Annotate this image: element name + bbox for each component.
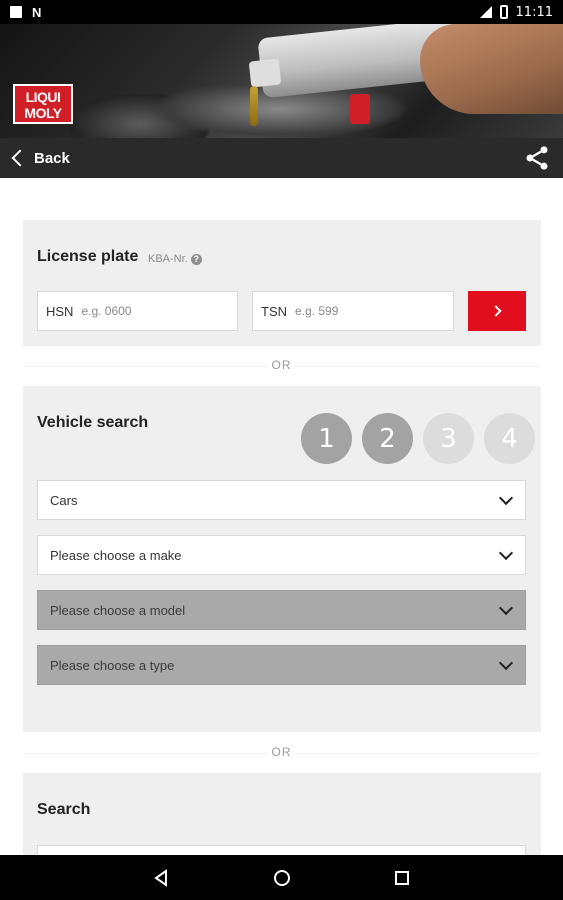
status-time: 11:11 [515,4,553,20]
type-value: Please choose a type [50,657,175,673]
notification-icon [10,6,22,18]
tsn-prefix: TSN [261,303,287,319]
vehicle-category-value: Cars [50,492,78,508]
square-recents-icon[interactable] [392,868,412,888]
type-select: Please choose a type [37,645,526,685]
hero-red-cap [350,94,370,124]
model-value: Please choose a model [50,602,186,618]
step-3: 3 [423,413,474,464]
hsn-field[interactable]: HSN [37,291,238,331]
back-button[interactable]: Back [8,150,70,167]
plate-search-button[interactable] [468,291,526,331]
hsn-input[interactable] [81,304,202,318]
make-select[interactable]: Please choose a make [37,535,526,575]
make-value: Please choose a make [50,547,182,563]
triangle-back-icon[interactable] [152,868,172,888]
hero-banner [0,24,563,138]
or-separator: OR [0,745,563,759]
share-icon[interactable] [523,144,551,172]
kba-label: KBA-Nr. ? [148,253,202,265]
model-select: Please choose a model [37,590,526,630]
back-label: Back [34,149,70,167]
status-bar: N 11:11 [0,0,563,24]
step-1: 1 [301,413,352,464]
circle-home-icon[interactable] [272,868,292,888]
help-icon[interactable]: ? [190,253,202,265]
vehicle-search-title: Vehicle search [37,414,149,431]
kba-text: KBA-Nr. [148,253,188,265]
license-plate-title: License plate [37,248,139,265]
signal-icon [479,6,492,18]
search-title: Search [37,801,91,818]
chevron-down-icon [498,655,514,671]
android-nav-bar [0,855,563,900]
chevron-down-icon [498,600,514,616]
brand-logo-line2: MOLY [24,105,62,121]
hero-oil-stream [250,86,258,126]
top-navbar: Back [0,138,563,178]
step-indicator: 1 2 3 4 [301,413,535,464]
brand-logo-line1: LIQUI [25,89,61,105]
tsn-input[interactable] [295,304,415,318]
brand-logo: LIQUI MOLY [13,84,73,124]
vehicle-category-select[interactable]: Cars [37,480,526,520]
chevron-down-icon [498,545,514,561]
vehicle-search-card: Vehicle search 1 2 3 4 Cars Please choos… [23,386,541,732]
battery-icon [499,5,508,19]
tsn-field[interactable]: TSN [252,291,454,331]
chevron-left-icon [11,149,29,167]
or-separator: OR [0,358,563,372]
step-4: 4 [484,413,535,464]
search-input[interactable] [37,845,526,855]
notification-n-icon: N [32,4,42,20]
chevron-right-icon [489,305,502,317]
main-content[interactable]: License plate KBA-Nr. ? HSN TSN OR Vehic… [0,178,563,855]
step-2: 2 [362,413,413,464]
hsn-prefix: HSN [46,303,74,319]
search-card: Search [23,773,541,855]
hero-bottle-cap [248,58,282,88]
chevron-down-icon [498,490,514,506]
hero-hand-shape [420,24,563,114]
license-plate-card: License plate KBA-Nr. ? HSN TSN [23,220,541,346]
